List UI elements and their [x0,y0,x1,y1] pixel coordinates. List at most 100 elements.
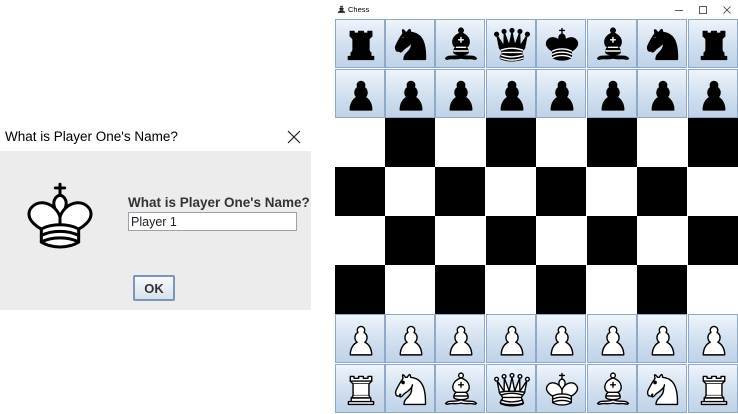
minimize-icon[interactable] [673,4,685,16]
board-square-black-bishop[interactable] [587,19,637,68]
white-pawn-icon [349,325,373,356]
board-square-white-rook[interactable] [688,364,738,413]
board-square-empty[interactable] [385,118,435,167]
board-square-empty[interactable] [335,216,385,265]
chess-board [335,19,738,414]
board-square-empty[interactable] [587,216,637,265]
board-square-white-pawn[interactable] [486,314,536,363]
board-square-empty[interactable] [435,265,485,314]
board-square-black-rook[interactable] [335,19,385,68]
black-pawn-icon [702,80,726,111]
board-square-black-king[interactable] [536,19,586,68]
board-square-black-pawn[interactable] [335,69,385,118]
white-pawn-icon [651,325,675,356]
board-square-black-queen[interactable] [486,19,536,68]
board-square-empty[interactable] [335,118,385,167]
board-square-empty[interactable] [536,216,586,265]
dialog-titlebar: What is Player One's Name? [0,121,311,151]
board-square-black-knight[interactable] [637,19,687,68]
board-square-empty[interactable] [637,167,687,216]
black-pawn-icon [399,80,423,111]
board-square-white-bishop[interactable] [435,364,485,413]
board-square-black-rook[interactable] [688,19,738,68]
white-pawn-icon [550,325,574,356]
board-square-empty[interactable] [688,167,738,216]
board-square-white-queen[interactable] [486,364,536,413]
chess-titlebar: Chess [333,0,738,19]
close-icon[interactable] [283,126,305,148]
board-square-black-pawn[interactable] [637,69,687,118]
board-square-white-knight[interactable] [385,364,435,413]
white-king-icon [545,372,579,406]
board-square-empty[interactable] [435,118,485,167]
black-rook-icon [347,30,375,61]
board-square-empty[interactable] [486,118,536,167]
white-bishop-icon [444,372,478,405]
board-square-black-knight[interactable] [385,19,435,68]
close-icon[interactable] [721,4,733,16]
board-square-empty[interactable] [587,265,637,314]
board-square-white-knight[interactable] [637,364,687,413]
black-knight-icon [646,28,679,61]
board-square-white-pawn[interactable] [637,314,687,363]
window-title: Chess [348,5,370,14]
board-square-black-pawn[interactable] [587,69,637,118]
board-square-empty[interactable] [637,265,687,314]
board-square-empty[interactable] [385,216,435,265]
white-knight-icon [646,373,679,406]
black-knight-icon [394,28,427,61]
board-square-black-pawn[interactable] [486,69,536,118]
white-rook-icon [347,375,375,406]
board-square-empty[interactable] [688,265,738,314]
board-square-white-pawn[interactable] [587,314,637,363]
black-bishop-icon [596,27,630,60]
board-square-white-pawn[interactable] [688,314,738,363]
white-queen-icon [494,372,530,407]
white-pawn-icon [449,325,473,356]
board-square-white-king[interactable] [536,364,586,413]
board-square-black-pawn[interactable] [536,69,586,118]
white-knight-icon [394,373,427,406]
board-square-empty[interactable] [536,265,586,314]
board-square-empty[interactable] [385,167,435,216]
board-square-white-pawn[interactable] [435,314,485,363]
maximize-icon[interactable] [697,4,709,16]
player-name-input[interactable] [128,212,297,231]
board-square-black-pawn[interactable] [688,69,738,118]
board-square-empty[interactable] [486,167,536,216]
board-square-empty[interactable] [587,167,637,216]
board-square-empty[interactable] [536,167,586,216]
board-square-empty[interactable] [335,167,385,216]
board-square-empty[interactable] [486,216,536,265]
black-king-icon [545,27,579,61]
chess-app-icon [338,5,345,13]
board-square-black-pawn[interactable] [385,69,435,118]
board-square-white-pawn[interactable] [536,314,586,363]
board-square-white-rook[interactable] [335,364,385,413]
board-square-white-pawn[interactable] [385,314,435,363]
board-square-black-bishop[interactable] [435,19,485,68]
board-square-empty[interactable] [335,265,385,314]
board-square-empty[interactable] [486,265,536,314]
board-square-empty[interactable] [688,118,738,167]
black-queen-icon [494,27,530,62]
black-pawn-icon [550,80,574,111]
board-square-empty[interactable] [435,216,485,265]
board-square-black-pawn[interactable] [435,69,485,118]
board-square-empty[interactable] [435,167,485,216]
chess-window: Chess [333,0,738,414]
board-square-empty[interactable] [536,118,586,167]
white-pawn-icon [399,325,423,356]
black-bishop-icon [444,27,478,60]
board-square-white-pawn[interactable] [335,314,385,363]
board-square-empty[interactable] [385,265,435,314]
ok-button[interactable]: OK [133,275,175,301]
board-square-empty[interactable] [637,216,687,265]
white-rook-icon [700,375,728,406]
black-pawn-icon [500,80,524,111]
black-pawn-icon [449,80,473,111]
board-square-empty[interactable] [637,118,687,167]
board-square-white-bishop[interactable] [587,364,637,413]
board-square-empty[interactable] [587,118,637,167]
board-square-empty[interactable] [688,216,738,265]
